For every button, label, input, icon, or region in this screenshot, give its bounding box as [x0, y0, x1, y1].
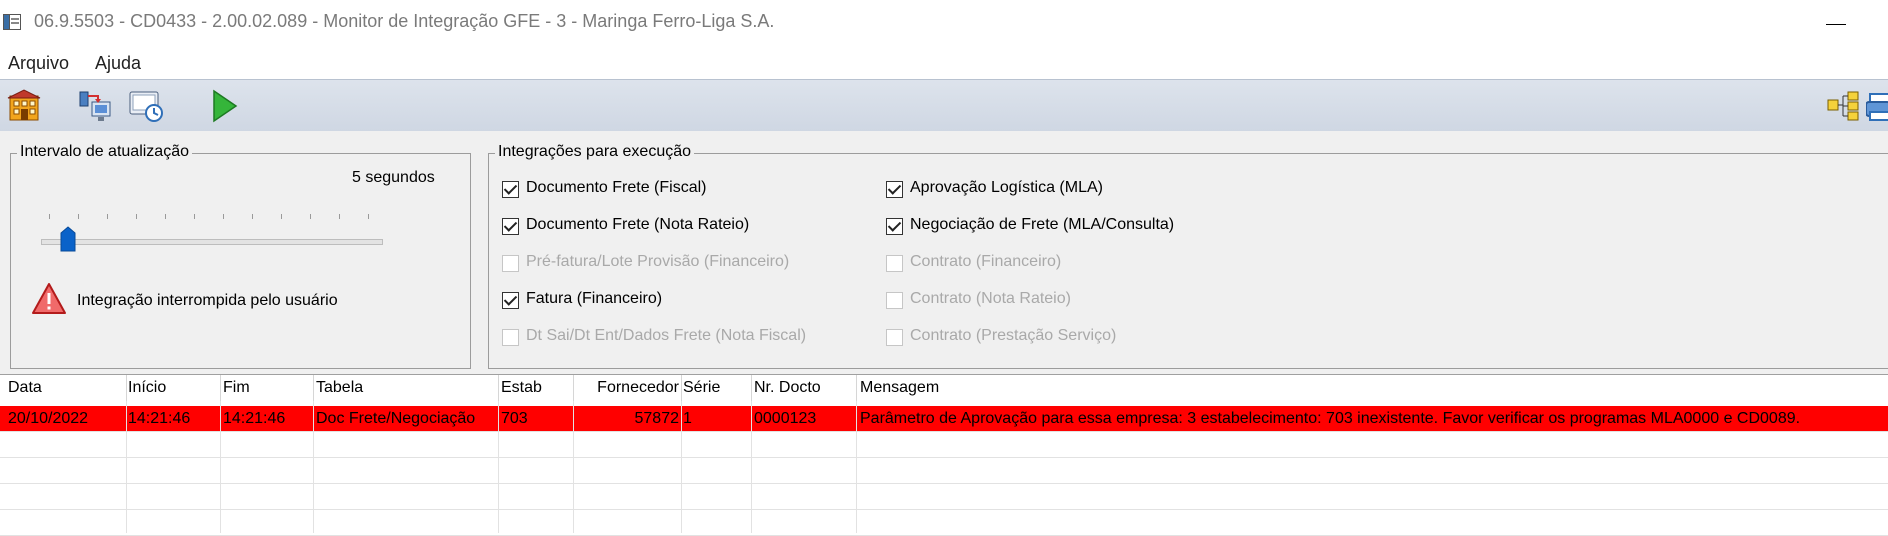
slider-tick [310, 214, 311, 219]
checkbox[interactable] [502, 218, 519, 235]
option-label: Documento Frete (Fiscal) [526, 179, 707, 196]
option-label: Contrato (Financeiro) [910, 253, 1062, 270]
interval-value-label: 5 segundos [352, 169, 435, 186]
checkbox [502, 255, 519, 272]
integration-log-grid: Data Início Fim Tabela Estab Fornecedor … [0, 374, 1888, 536]
option-label: Negociação de Frete (MLA/Consulta) [910, 216, 1175, 233]
option-label: Contrato (Nota Rateio) [910, 290, 1071, 307]
integration-status-text: Integração interrompida pelo usuário [77, 292, 338, 309]
checkbox [886, 329, 903, 346]
slider-tick [49, 214, 50, 219]
minimize-button[interactable] [1816, 12, 1856, 36]
toolbar [0, 79, 1888, 132]
checkbox [886, 292, 903, 309]
option-label: Pré-fatura/Lote Provisão (Financeiro) [526, 253, 790, 270]
menu-ajuda[interactable]: Ajuda [95, 53, 141, 74]
slider-tick [136, 214, 137, 219]
column-header-inicio[interactable]: Início [128, 375, 220, 401]
title-bar: 06.9.5503 - CD0433 - 2.00.02.089 - Monit… [0, 0, 1888, 48]
slider-tick [223, 214, 224, 219]
column-header-serie[interactable]: Série [683, 375, 751, 401]
checkbox [886, 255, 903, 272]
table-row[interactable] [0, 510, 1888, 536]
column-header-data[interactable]: Data [8, 375, 126, 401]
slider-tick [194, 214, 195, 219]
slider-tick [368, 214, 369, 219]
integrations-group-title: Integrações para execução [495, 143, 695, 161]
play-icon[interactable] [206, 88, 242, 124]
slider-tick [281, 214, 282, 219]
cell-inicio: 14:21:46 [128, 410, 191, 427]
slider-tick [339, 214, 340, 219]
cell-tabela: Doc Frete/Negociação [316, 410, 476, 427]
menu-bar: Arquivo Ajuda [0, 48, 1888, 78]
table-row[interactable]: 20/10/2022 14:21:46 14:21:46 Doc Frete/N… [0, 406, 1888, 432]
cell-fim: 14:21:46 [223, 410, 286, 427]
menu-arquivo[interactable]: Arquivo [8, 53, 69, 74]
cell-nr-docto: 0000123 [754, 410, 817, 427]
checkbox[interactable] [886, 218, 903, 235]
slider-tick [252, 214, 253, 219]
option-label: Documento Frete (Nota Rateio) [526, 216, 750, 233]
column-header-mensagem[interactable]: Mensagem [860, 375, 1760, 401]
cell-fornecedor: 57872 [634, 410, 680, 427]
cell-serie: 1 [683, 410, 692, 427]
slider-tick [165, 214, 166, 219]
warning-icon [32, 283, 66, 314]
tree-structure-icon[interactable] [1826, 88, 1862, 124]
network-transfer-icon[interactable] [78, 88, 114, 124]
cell-estab: 703 [501, 410, 528, 427]
window-title: 06.9.5503 - CD0433 - 2.00.02.089 - Monit… [34, 11, 775, 31]
interval-group: Intervalo de atualização 5 segundos Inte… [10, 143, 471, 369]
column-header-estab[interactable]: Estab [501, 375, 573, 401]
column-header-tabela[interactable]: Tabela [316, 375, 498, 401]
building-icon[interactable] [6, 88, 42, 124]
table-row[interactable] [0, 458, 1888, 484]
column-header-fim[interactable]: Fim [223, 375, 313, 401]
settings-panel: Intervalo de atualização 5 segundos Inte… [0, 131, 1888, 374]
interval-group-title: Intervalo de atualização [17, 143, 192, 161]
cell-data: 20/10/2022 [8, 410, 89, 427]
option-label: Aprovação Logística (MLA) [910, 179, 1103, 196]
interval-slider-track[interactable] [41, 239, 383, 245]
monitor-clock-icon[interactable] [128, 88, 164, 124]
printer-icon[interactable] [1866, 88, 1888, 124]
app-icon [3, 14, 21, 30]
table-row[interactable] [0, 484, 1888, 510]
checkbox[interactable] [886, 181, 903, 198]
interval-slider-thumb[interactable] [60, 226, 76, 252]
checkbox [502, 329, 519, 346]
integrations-group: Integrações para execução Documento Fret… [488, 143, 1888, 369]
table-row[interactable] [0, 432, 1888, 458]
column-header-fornecedor[interactable]: Fornecedor [576, 375, 679, 401]
cell-mensagem: Parâmetro de Aprovação para essa empresa… [860, 410, 1801, 427]
checkbox[interactable] [502, 292, 519, 309]
slider-tick [78, 214, 79, 219]
column-header-nr-docto[interactable]: Nr. Docto [754, 375, 856, 401]
slider-tick [107, 214, 108, 219]
option-label: Dt Sai/Dt Ent/Dados Frete (Nota Fiscal) [526, 327, 807, 344]
option-label: Contrato (Prestação Serviço) [910, 327, 1117, 344]
checkbox[interactable] [502, 181, 519, 198]
option-label: Fatura (Financeiro) [526, 290, 663, 307]
